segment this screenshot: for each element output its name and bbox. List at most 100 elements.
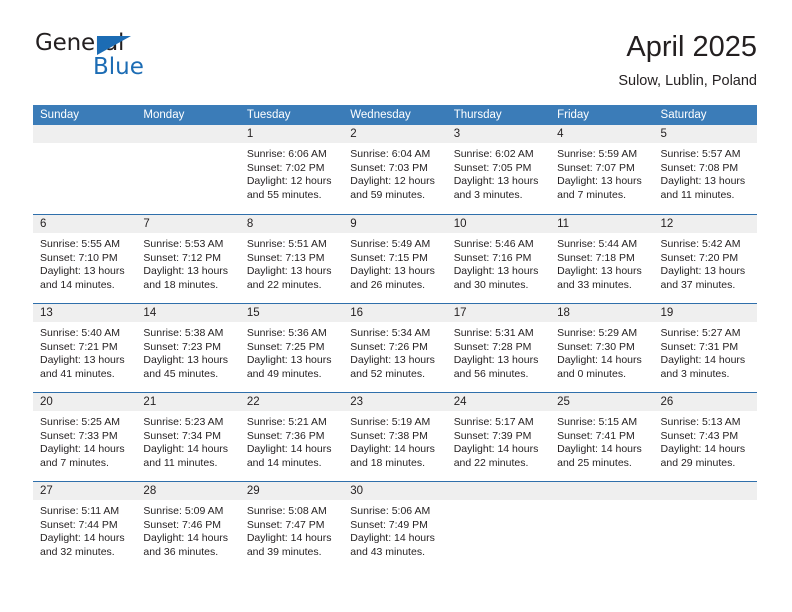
day-cell[interactable]: 24 Sunrise: 5:17 AM Sunset: 7:39 PM Dayligh…: [446, 393, 551, 481]
day-cell[interactable]: 28 Sunrise: 5:09 AM Sunset: 7:46 PM Dayligh…: [136, 482, 240, 570]
sunrise-text: Sunrise: 5:25 AM: [40, 416, 120, 428]
day-number-band: 7: [136, 215, 240, 233]
day-details: Sunrise: 5:36 AM Sunset: 7:25 PM Daylight:…: [240, 322, 343, 381]
day-cell[interactable]: 15 Sunrise: 5:36 AM Sunset: 7:25 PM Dayligh…: [239, 304, 344, 392]
day-number: 28: [143, 485, 157, 497]
weekday-header-wednesday: Wednesday: [350, 109, 411, 121]
day-cell[interactable]: 5 Sunrise: 5:57 AM Sunset: 7:08 PM Daylight…: [653, 125, 757, 214]
sunrise-text: Sunrise: 5:17 AM: [453, 416, 534, 428]
sunrise-text: Sunrise: 5:44 AM: [557, 238, 638, 250]
day-number-band: 20: [33, 393, 137, 411]
day-cell[interactable]: 14 Sunrise: 5:38 AM Sunset: 7:23 PM Dayligh…: [136, 304, 240, 392]
day-cell[interactable]: 8 Sunrise: 5:51 AM Sunset: 7:13 PM Daylight…: [239, 215, 344, 303]
day-number: 20: [40, 396, 53, 408]
day-cell[interactable]: 1 Sunrise: 6:06 AM Sunset: 7:02 PM Daylight…: [239, 125, 344, 214]
day-cell[interactable]: 20 Sunrise: 5:25 AM Sunset: 7:33 PM Dayligh…: [33, 393, 137, 481]
day-cell[interactable]: 10 Sunrise: 5:46 AM Sunset: 7:16 PM Dayligh…: [446, 215, 551, 303]
day-cell[interactable]: 26 Sunrise: 5:13 AM Sunset: 7:43 PM Dayligh…: [653, 393, 757, 481]
daylight-text: Daylight: 13 hours and 14 minutes.: [40, 265, 125, 291]
day-number: 3: [453, 128, 461, 140]
day-cell[interactable]: 13 Sunrise: 5:40 AM Sunset: 7:21 PM Dayligh…: [33, 304, 137, 392]
day-cell[interactable]: 18 Sunrise: 5:29 AM Sunset: 7:30 PM Dayligh…: [550, 304, 654, 392]
weekday-header-monday: Monday: [143, 109, 185, 121]
day-cell[interactable]: 2 Sunrise: 6:04 AM Sunset: 7:03 PM Daylight…: [343, 125, 447, 214]
day-cell[interactable]: 30 Sunrise: 5:06 AM Sunset: 7:49 PM Dayligh…: [343, 482, 447, 570]
sunset-text: Sunset: 7:16 PM: [453, 251, 532, 264]
day-cell[interactable]: 16 Sunrise: 5:34 AM Sunset: 7:26 PM Dayligh…: [343, 304, 447, 392]
page-title: April 2025: [626, 31, 757, 63]
day-number: 18: [557, 307, 570, 319]
sunrise-text: Sunrise: 5:19 AM: [350, 416, 431, 428]
sunset-text: Sunset: 7:31 PM: [660, 340, 739, 353]
day-number-band: 1: [239, 125, 344, 143]
sunrise-text: Sunrise: 5:42 AM: [660, 238, 741, 250]
day-number: 2: [350, 128, 357, 140]
day-cell-empty: [136, 125, 240, 214]
daylight-text: Daylight: 14 hours and 43 minutes.: [350, 532, 435, 558]
day-number-band: 8: [239, 215, 344, 233]
day-number-band: 17: [446, 304, 551, 322]
day-cell[interactable]: 27 Sunrise: 5:11 AM Sunset: 7:44 PM Dayligh…: [33, 482, 137, 570]
day-cell[interactable]: 12 Sunrise: 5:42 AM Sunset: 7:20 PM Dayligh…: [653, 215, 757, 303]
sunrise-text: Sunrise: 6:02 AM: [453, 148, 534, 160]
day-details: Sunrise: 5:46 AM Sunset: 7:16 PM Daylight:…: [447, 233, 550, 292]
day-details: Sunrise: 5:23 AM Sunset: 7:34 PM Daylight:…: [136, 411, 239, 470]
day-details: Sunrise: 5:13 AM Sunset: 7:43 PM Daylight:…: [654, 411, 757, 470]
daylight-text: Daylight: 12 hours and 55 minutes.: [246, 175, 332, 201]
generalblue-logo[interactable]: General Blue: [35, 30, 185, 86]
day-number: 19: [660, 307, 674, 319]
day-number-band: 28: [136, 482, 240, 500]
day-number-band: 26: [653, 393, 757, 411]
calendar-week-row: 13 Sunrise: 5:40 AM Sunset: 7:21 PM Dayligh…: [33, 303, 757, 392]
day-cell[interactable]: 11 Sunrise: 5:44 AM Sunset: 7:18 PM Dayligh…: [550, 215, 654, 303]
calendar-grid: Sunday Monday Tuesday Wednesday Thursday…: [33, 105, 757, 570]
day-cell[interactable]: 23 Sunrise: 5:19 AM Sunset: 7:38 PM Dayligh…: [343, 393, 447, 481]
day-number-band: 10: [446, 215, 551, 233]
day-cell[interactable]: 7 Sunrise: 5:53 AM Sunset: 7:12 PM Daylight…: [136, 215, 240, 303]
sunrise-text: Sunrise: 5:21 AM: [246, 416, 327, 428]
day-number-band: 27: [33, 482, 137, 500]
sunrise-text: Sunrise: 5:36 AM: [246, 327, 327, 339]
day-details: Sunrise: 5:55 AM Sunset: 7:10 PM Daylight:…: [33, 233, 136, 292]
sunrise-text: Sunrise: 5:40 AM: [40, 327, 120, 339]
day-number-band: 21: [136, 393, 240, 411]
day-number-band: 12: [653, 215, 757, 233]
sunrise-text: Sunrise: 5:27 AM: [660, 327, 741, 339]
day-details: Sunrise: 5:29 AM Sunset: 7:30 PM Daylight:…: [550, 322, 653, 381]
day-details: Sunrise: 5:21 AM Sunset: 7:36 PM Daylight:…: [240, 411, 343, 470]
sunset-text: Sunset: 7:02 PM: [246, 161, 325, 174]
daylight-text: Daylight: 14 hours and 3 minutes.: [660, 354, 746, 380]
day-cell[interactable]: 6 Sunrise: 5:55 AM Sunset: 7:10 PM Daylight…: [33, 215, 137, 303]
sunset-text: Sunset: 7:34 PM: [143, 429, 222, 442]
day-cell[interactable]: 29 Sunrise: 5:08 AM Sunset: 7:47 PM Dayligh…: [239, 482, 344, 570]
day-number-band: 13: [33, 304, 137, 322]
calendar-weeks: 1 Sunrise: 6:06 AM Sunset: 7:02 PM Daylight…: [33, 125, 757, 570]
sunset-text: Sunset: 7:33 PM: [40, 429, 118, 442]
day-cell[interactable]: 9 Sunrise: 5:49 AM Sunset: 7:15 PM Daylight…: [343, 215, 447, 303]
day-cell[interactable]: 22 Sunrise: 5:21 AM Sunset: 7:36 PM Dayligh…: [239, 393, 344, 481]
day-cell[interactable]: 21 Sunrise: 5:23 AM Sunset: 7:34 PM Dayligh…: [136, 393, 240, 481]
day-details: Sunrise: 6:06 AM Sunset: 7:02 PM Daylight:…: [240, 143, 343, 202]
sunset-text: Sunset: 7:36 PM: [246, 429, 325, 442]
daylight-text: Daylight: 13 hours and 22 minutes.: [246, 265, 332, 291]
sunset-text: Sunset: 7:07 PM: [557, 161, 635, 174]
day-details: Sunrise: 5:42 AM Sunset: 7:20 PM Daylight:…: [654, 233, 757, 292]
daylight-text: Daylight: 14 hours and 25 minutes.: [557, 443, 642, 469]
day-number: 11: [557, 218, 570, 230]
day-cell[interactable]: 3 Sunrise: 6:02 AM Sunset: 7:05 PM Daylight…: [446, 125, 551, 214]
day-cell[interactable]: 4 Sunrise: 5:59 AM Sunset: 7:07 PM Daylight…: [550, 125, 654, 214]
day-number-band: 23: [343, 393, 447, 411]
sunset-text: Sunset: 7:12 PM: [143, 251, 222, 264]
day-cell[interactable]: 17 Sunrise: 5:31 AM Sunset: 7:28 PM Dayligh…: [446, 304, 551, 392]
daylight-text: Daylight: 13 hours and 49 minutes.: [246, 354, 332, 380]
day-cell[interactable]: 19 Sunrise: 5:27 AM Sunset: 7:31 PM Dayligh…: [653, 304, 757, 392]
day-number-band: 15: [239, 304, 344, 322]
sunset-text: Sunset: 7:44 PM: [40, 518, 118, 531]
day-number: 12: [660, 218, 674, 230]
day-cell[interactable]: 25 Sunrise: 5:15 AM Sunset: 7:41 PM Dayligh…: [550, 393, 654, 481]
calendar-page: General Blue April 2025 Sulow, Lublin, P…: [0, 0, 792, 612]
sunset-text: Sunset: 7:30 PM: [557, 340, 635, 353]
daylight-text: Daylight: 13 hours and 33 minutes.: [557, 265, 642, 291]
sunset-text: Sunset: 7:38 PM: [350, 429, 428, 442]
day-details: Sunrise: 5:19 AM Sunset: 7:38 PM Daylight:…: [343, 411, 446, 470]
